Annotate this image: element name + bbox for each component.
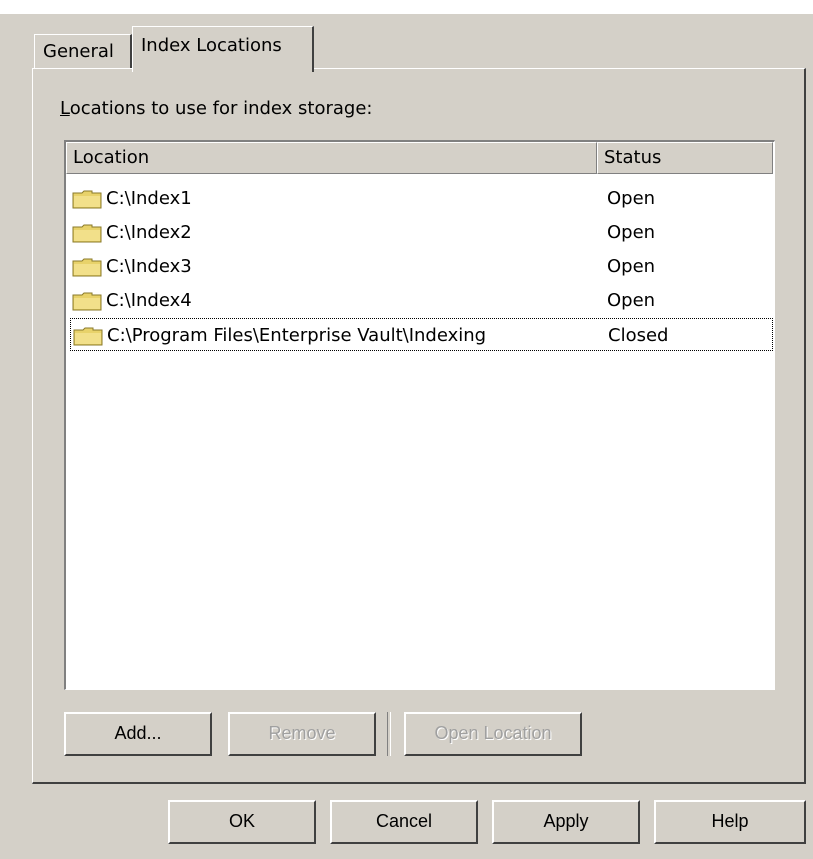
location-name: C:\Index2 xyxy=(106,222,192,243)
location-name: C:\Program Files\Enterprise Vault\Indexi… xyxy=(107,325,487,346)
location-name: C:\Index4 xyxy=(106,290,192,311)
column-header-location[interactable]: Location xyxy=(66,142,597,174)
location-status: Closed xyxy=(608,325,669,346)
remove-button[interactable]: Remove xyxy=(228,712,376,756)
location-name: C:\Index3 xyxy=(106,256,192,277)
list-item[interactable]: C:\Index2 Open xyxy=(66,216,773,249)
apply-button[interactable]: Apply xyxy=(492,800,640,844)
tab-index-locations[interactable]: Index Locations xyxy=(132,26,314,72)
ok-button[interactable]: OK xyxy=(168,800,316,844)
tab-general[interactable]: General xyxy=(34,34,132,70)
locations-list[interactable]: Location Status C:\Index1 Open C:\Index2… xyxy=(64,140,775,690)
locations-caption: Locations to use for index storage: xyxy=(60,98,373,119)
button-separator xyxy=(387,712,391,756)
location-status: Open xyxy=(607,290,656,311)
open-location-button[interactable]: Open Location xyxy=(404,712,582,756)
list-item[interactable]: C:\Index1 Open xyxy=(66,182,773,215)
location-name: C:\Index1 xyxy=(106,188,192,209)
folder-icon xyxy=(72,292,102,311)
folder-icon xyxy=(72,258,102,277)
help-button[interactable]: Help xyxy=(654,800,806,844)
folder-icon xyxy=(72,224,102,243)
add-button[interactable]: Add... xyxy=(64,712,212,756)
cancel-button[interactable]: Cancel xyxy=(330,800,478,844)
location-status: Open xyxy=(607,188,656,209)
list-item[interactable]: C:\Index4 Open xyxy=(66,284,773,317)
folder-icon xyxy=(72,190,102,209)
top-strip xyxy=(0,0,813,14)
column-header-status[interactable]: Status xyxy=(597,142,773,174)
location-status: Open xyxy=(607,222,656,243)
list-item-selected[interactable]: C:\Program Files\Enterprise Vault\Indexi… xyxy=(70,318,773,351)
location-status: Open xyxy=(607,256,656,277)
list-item[interactable]: C:\Index3 Open xyxy=(66,250,773,283)
folder-icon xyxy=(73,327,103,346)
